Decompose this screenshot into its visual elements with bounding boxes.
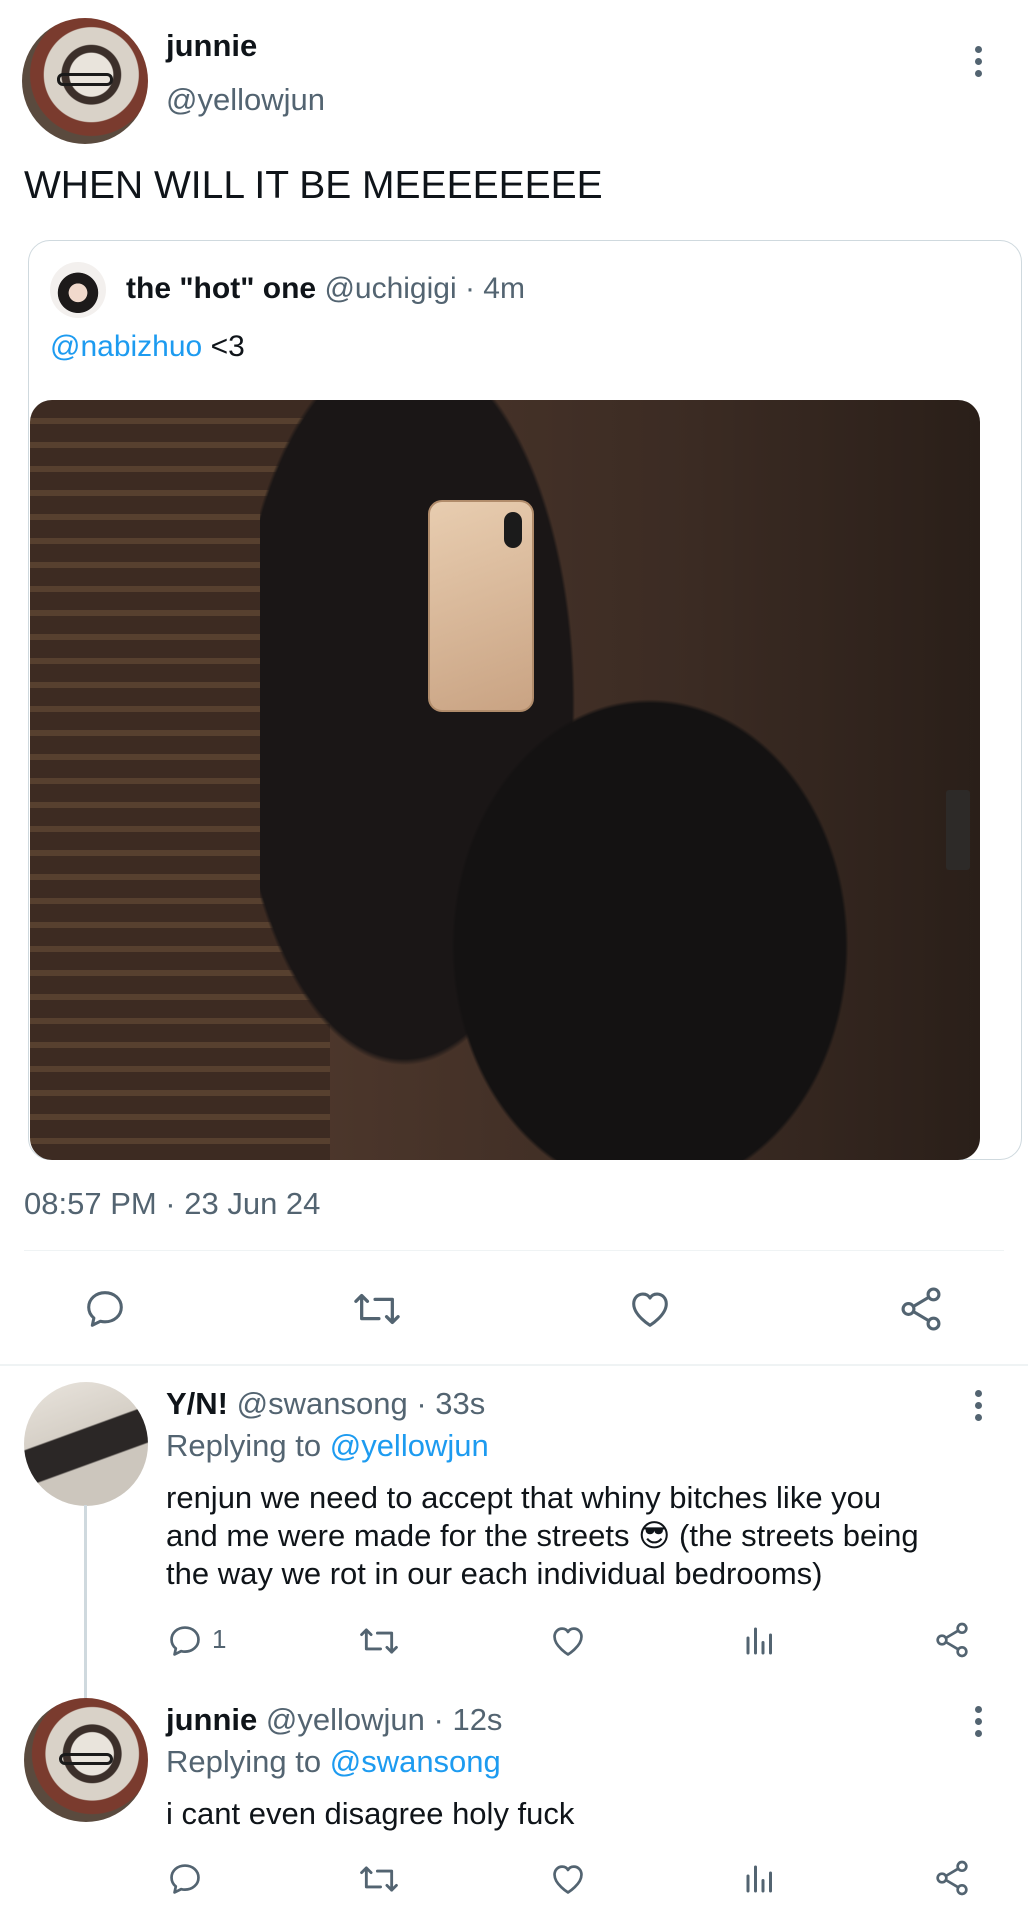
reply-icon[interactable] [82,1286,128,1332]
tweet-photo[interactable] [30,400,980,1160]
divider [24,1250,1004,1251]
retweet-icon[interactable] [350,1286,404,1332]
photo-phone [428,500,534,712]
section-divider [0,1364,1028,1366]
reply-time: · 33s [416,1386,486,1421]
replying-label: Replying to [166,1428,330,1463]
reply-text-line: renjun we need to accept that whiny bitc… [166,1480,882,1515]
reply-icon[interactable] [166,1860,204,1898]
reply-author-handle[interactable]: @swansong [237,1386,408,1421]
share-icon[interactable] [896,1284,946,1334]
quoted-mention-link[interactable]: @nabizhuo [50,330,202,363]
tweet-timestamp[interactable]: 08:57 PM · 23 Jun 24 [24,1186,320,1222]
views-icon[interactable] [742,1622,778,1660]
author-avatar[interactable] [22,18,148,144]
quoted-author-name: the "hot" one [126,272,317,305]
reply-icon[interactable] [166,1622,204,1660]
heart-icon[interactable] [626,1286,674,1332]
reply-text-line: and me were made for the streets 😎 (the … [166,1518,919,1553]
reply-text-line: i cant even disagree holy fuck [166,1796,575,1831]
reply-header: Y/N! @swansong · 33s [166,1386,485,1422]
photo-hinge [946,790,970,870]
reply-header: junnie @yellowjun · 12s [166,1702,502,1738]
more-options-icon[interactable] [974,1706,982,1737]
reply-text-line: the way we rot in our each individual be… [166,1556,823,1591]
reply-count: 1 [212,1624,227,1654]
reply-author-handle[interactable]: @yellowjun [266,1702,425,1737]
views-icon[interactable] [742,1860,778,1898]
quoted-tweet-text: @nabizhuo <3 [50,330,245,364]
more-options-icon[interactable] [974,46,982,77]
author-handle[interactable]: @yellowjun [166,82,325,118]
replying-label: Replying to [166,1744,330,1779]
quoted-text-rest: <3 [202,330,245,363]
retweet-icon[interactable] [356,1860,402,1898]
tweet-text: WHEN WILL IT BE MEEEEEEEE [24,164,603,207]
replying-to-link[interactable]: @yellowjun [330,1428,489,1463]
more-options-icon[interactable] [974,1390,982,1421]
replying-to-link[interactable]: @swansong [330,1744,501,1779]
replying-to: Replying to @yellowjun [166,1428,489,1464]
heart-icon[interactable] [548,1860,588,1898]
quoted-author-avatar [50,262,106,318]
author-name[interactable]: junnie [166,28,257,64]
replying-to: Replying to @swansong [166,1744,501,1780]
photo-figure [420,660,880,1160]
quoted-tweet-header: the "hot" one @uchigigi · 4m [126,272,525,306]
reply-author-avatar[interactable] [24,1382,148,1506]
quoted-author-handle: @uchigigi [324,272,457,305]
reply-author-name[interactable]: Y/N! [166,1386,228,1421]
thread-line [84,1505,87,1700]
reply-time: · 12s [433,1702,503,1737]
retweet-icon[interactable] [356,1622,402,1660]
reply-author-name[interactable]: junnie [166,1702,257,1737]
quoted-time: · 4m [464,272,525,305]
reply-author-avatar[interactable] [24,1698,148,1822]
share-icon[interactable] [932,1620,972,1660]
share-icon[interactable] [932,1858,972,1898]
heart-icon[interactable] [548,1622,588,1660]
